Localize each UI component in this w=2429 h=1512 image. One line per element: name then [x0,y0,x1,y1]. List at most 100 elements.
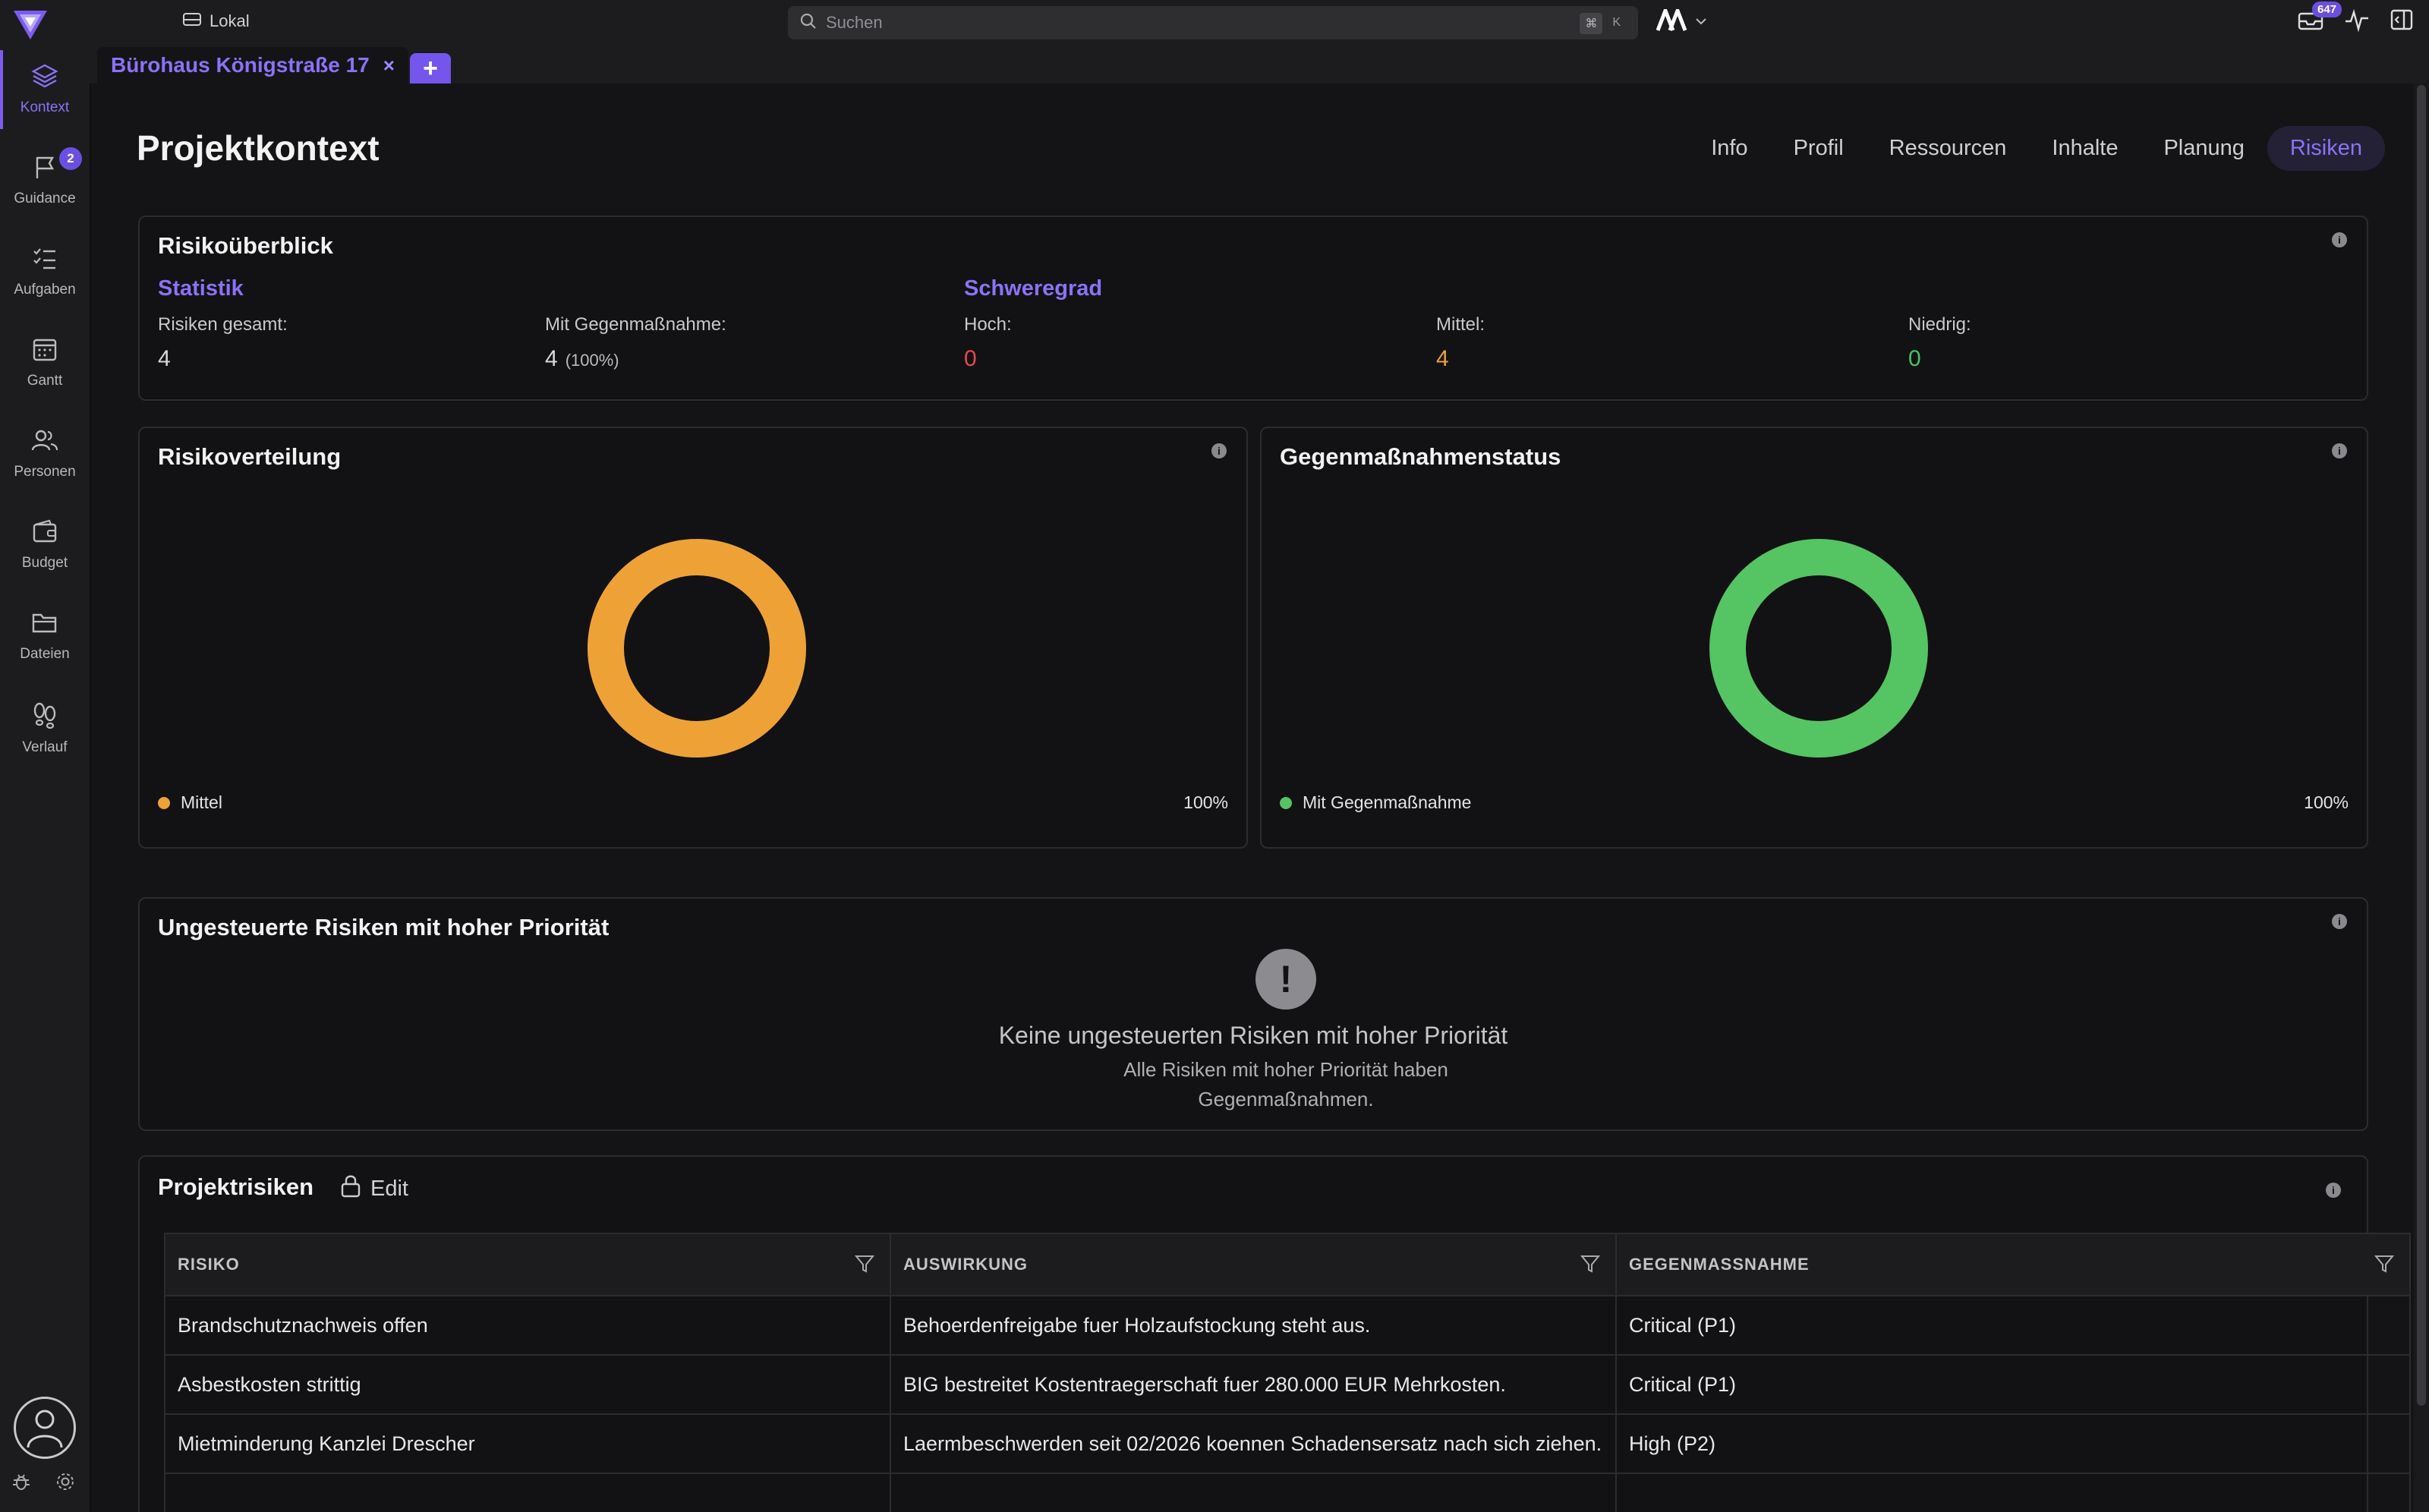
sidebar-item-personen[interactable]: Personen [0,414,90,493]
cell-risiko: Asbestkosten strittig [164,1354,891,1415]
activity-icon[interactable] [2344,8,2370,36]
calendar-icon [31,336,58,367]
table-row[interactable] [164,1473,2411,1512]
donut-segment-mittel[interactable] [588,539,806,758]
table-header-row: RISIKO AUSWIRKUNG GEGENMASSNAHME [164,1233,2411,1296]
filter-icon[interactable] [854,1254,875,1278]
sidebar-item-label: Personen [14,464,76,480]
edit-button[interactable]: Edit [340,1173,408,1204]
project-tab-strip: Bürohaus Königstraße 17 × + [90,46,2429,83]
niedrig-label: Niedrig: [1908,314,1971,335]
edit-label: Edit [370,1176,408,1201]
panel-toggle-icon[interactable] [2390,8,2414,36]
search-bar[interactable]: ⌘ K [788,6,1638,39]
sidebar-item-label: Kontext [20,99,70,115]
mitigation-status-donut [1709,539,1928,758]
hoch-label: Hoch: [964,314,1012,335]
risk-overview-card: Risikoüberblick i Statistik Schweregrad … [138,216,2368,401]
mitigated-percent: (100%) [565,351,619,370]
cell-gegenmassnahme: Critical (P1) [1615,1295,2411,1356]
project-tab-label: Bürohaus Königstraße 17 [111,53,370,77]
cell-gegenmassnahme [1615,1473,2411,1512]
mitigated-value: 4 [545,346,558,371]
cell-gegenmassnahme: Critical (P1) [1615,1354,2411,1415]
tab-ressourcen[interactable]: Ressourcen [1867,126,2030,171]
lock-icon [340,1173,361,1204]
bug-icon[interactable] [11,1471,32,1496]
risk-distribution-donut [588,539,806,758]
table-row[interactable]: Asbestkosten strittig BIG bestreitet Kos… [164,1354,2411,1415]
mitigated-label: Mit Gegenmaßnahme: [545,314,726,335]
tab-profil[interactable]: Profil [1771,126,1867,171]
column-header-label: RISIKO [178,1255,240,1274]
sidebar-item-label: Aufgaben [14,282,76,298]
filter-icon[interactable] [1580,1254,1601,1278]
column-header-auswirkung[interactable]: AUSWIRKUNG [890,1233,1617,1296]
table-row[interactable]: Brandschutznachweis offen Behoerdenfreig… [164,1295,2411,1356]
user-avatar[interactable] [14,1397,76,1459]
sidebar-item-guidance[interactable]: Guidance 2 [0,141,90,220]
mitigation-legend: Mit Gegenmaßnahme [1280,792,1471,813]
mittel-label: Mittel: [1436,314,1485,335]
info-icon[interactable]: i [2326,1183,2341,1198]
people-icon [31,427,58,458]
tab-inhalte[interactable]: Inhalte [2029,126,2141,171]
mitigation-status-card: Gegenmaßnahmenstatus i Mit Gegenmaßnahme… [1260,427,2368,849]
guidance-count-badge: 2 [59,147,82,170]
search-shortcut: ⌘ K [1580,13,1626,34]
scrollbar-thumb[interactable] [2417,85,2426,1406]
environment-indicator[interactable]: Lokal [182,11,250,32]
statistik-heading: Statistik [158,276,244,301]
sidebar-item-gantt[interactable]: Gantt [0,323,90,402]
sidebar-item-kontext[interactable]: Kontext [0,50,90,129]
cell-risiko: Mietminderung Kanzlei Drescher [164,1413,891,1474]
donut-segment-mitigated[interactable] [1709,539,1928,758]
add-tab-button[interactable]: + [410,53,451,83]
tab-planung[interactable]: Planung [2141,126,2267,171]
legend-swatch [158,796,170,809]
filter-icon[interactable] [2374,1254,2395,1278]
close-tab-icon[interactable]: × [383,54,395,77]
shortcut-k-key: K [1612,16,1621,29]
sidebar-item-label: Guidance [14,191,76,206]
sidebar-item-dateien[interactable]: Dateien [0,597,90,676]
cell-risiko: Brandschutznachweis offen [164,1295,891,1356]
legend-swatch [1280,796,1292,809]
column-header-gegenmassnahme[interactable]: GEGENMASSNAHME [1615,1233,2411,1296]
project-risks-title: Projektrisiken [158,1173,314,1200]
total-risks-value: 4 [158,346,171,371]
flag-icon [31,154,58,184]
app-logo-icon[interactable] [12,8,49,41]
search-input[interactable] [826,13,1555,33]
layers-icon [31,63,58,93]
hoch-value: 0 [964,346,977,371]
info-icon[interactable]: i [2332,232,2347,247]
schweregrad-heading: Schweregrad [964,276,1103,301]
info-icon[interactable]: i [2332,914,2347,929]
warning-icon: ! [1255,949,1316,1010]
sidebar-item-verlauf[interactable]: Verlauf [0,689,90,768]
column-header-risiko[interactable]: RISIKO [164,1233,891,1296]
tab-info[interactable]: Info [1688,126,1770,171]
mittel-value: 4 [1436,346,1449,371]
niedrig-value: 0 [1908,346,1921,371]
sidebar: Kontext Guidance 2 Aufgaben Gantt Person… [0,46,90,1512]
info-icon[interactable]: i [2332,443,2347,458]
sidebar-item-budget[interactable]: Budget [0,506,90,584]
unmanaged-risks-card: Ungesteuerte Risiken mit hoher Priorität… [138,897,2368,1131]
info-icon[interactable]: i [1211,443,1227,458]
project-tab[interactable]: Bürohaus Königstraße 17 × [97,47,408,83]
gear-icon[interactable] [55,1471,76,1496]
inbox-button[interactable]: 647 [2297,2,2342,36]
legend-percent: 100% [2304,792,2349,812]
brand-switcher[interactable] [1656,5,1708,36]
table-row[interactable]: Mietminderung Kanzlei Drescher Laermbesc… [164,1413,2411,1474]
drive-icon [182,11,202,32]
sidebar-item-aufgaben[interactable]: Aufgaben [0,232,90,311]
sidebar-item-label: Dateien [20,646,70,662]
page-title: Projektkontext [137,128,380,168]
tab-risiken[interactable]: Risiken [2267,126,2385,171]
top-right-actions: 647 [2297,2,2414,36]
risks-table: RISIKO AUSWIRKUNG GEGENMASSNAHME Brandsc… [164,1233,2411,1512]
distribution-legend: Mittel [158,792,222,813]
